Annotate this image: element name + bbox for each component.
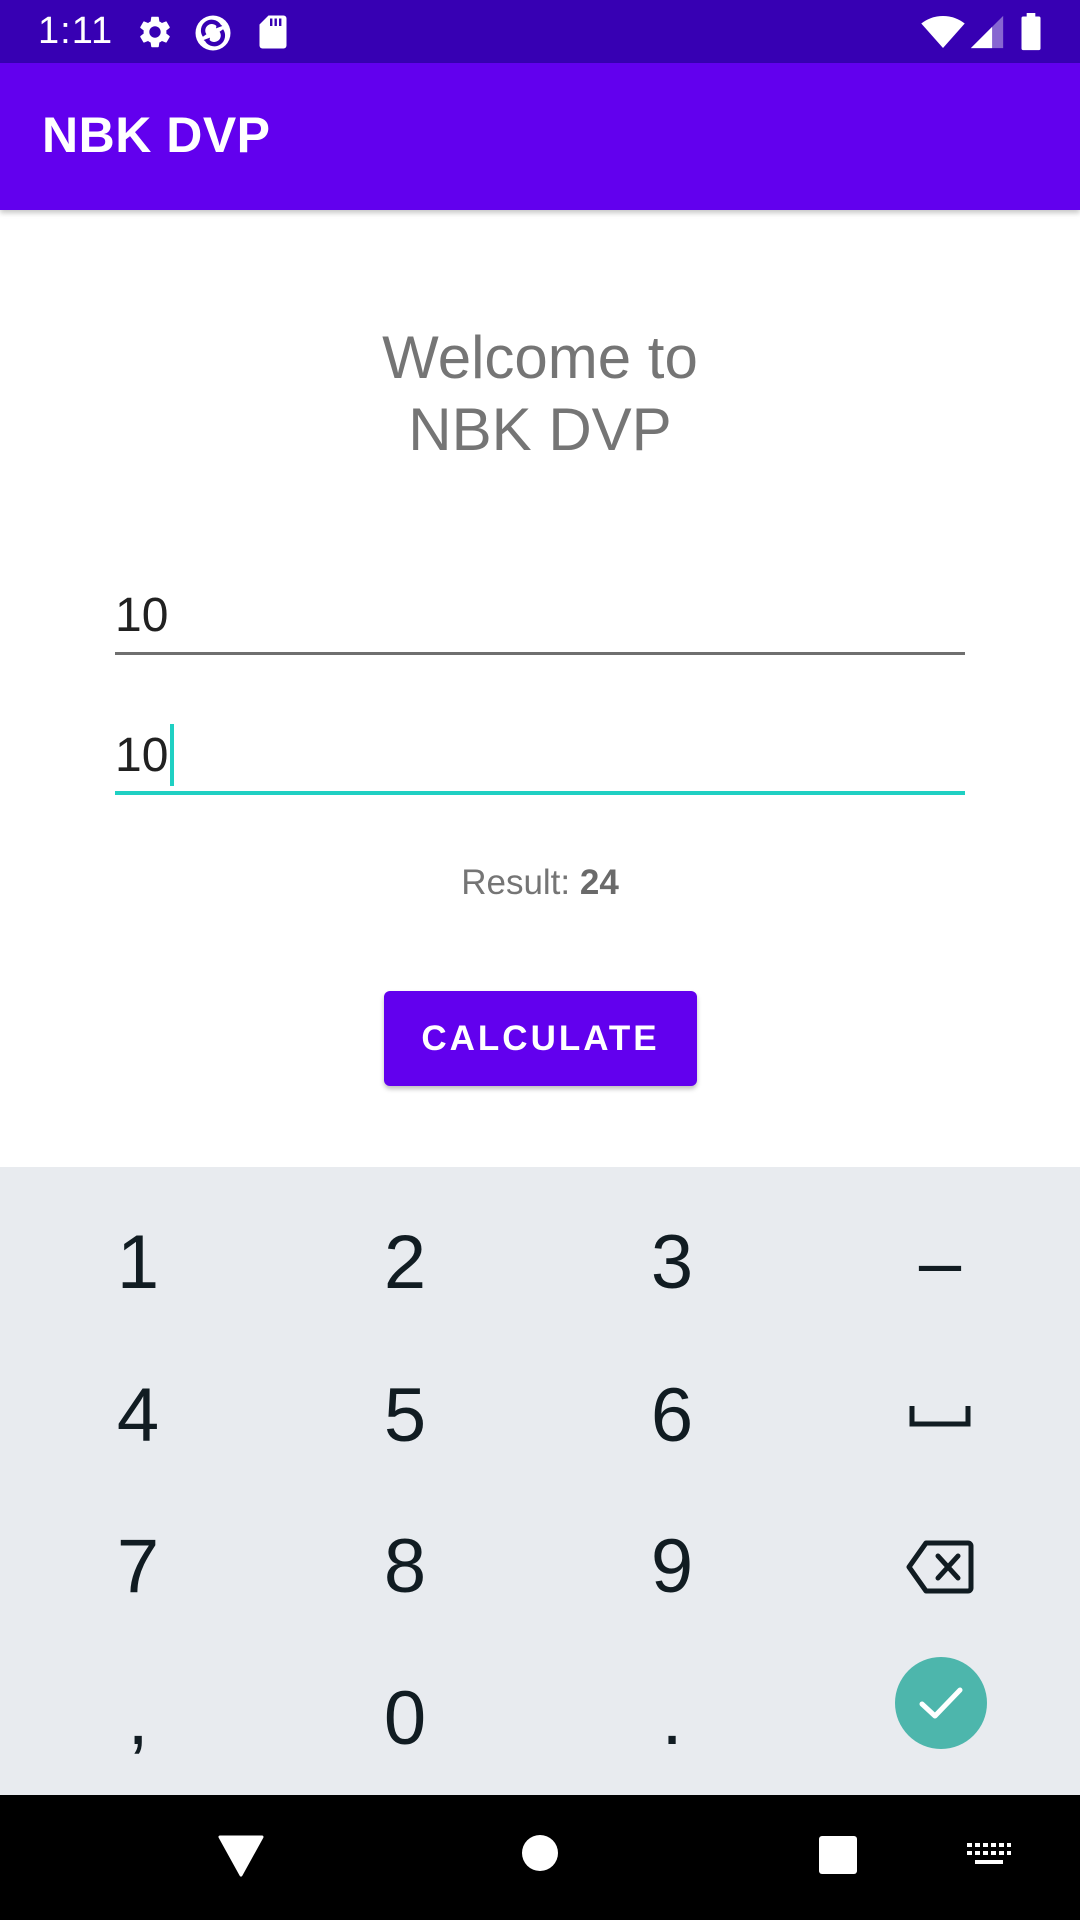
backspace-key[interactable] [806, 1491, 1074, 1643]
status-bar: 1:11 [0, 0, 1080, 63]
second-number-field[interactable]: 10 [115, 718, 965, 798]
home-icon[interactable] [520, 1833, 560, 1878]
battery-icon [1020, 13, 1042, 56]
key-2[interactable]: 2 [271, 1187, 539, 1339]
key-7[interactable]: 7 [4, 1491, 272, 1643]
backspace-icon [906, 1540, 974, 1594]
done-key[interactable] [895, 1657, 987, 1749]
second-number-underline [115, 791, 965, 795]
app-bar: NBK DVP [0, 63, 1080, 210]
welcome-line-2: NBK DVP [408, 396, 672, 463]
sd-card-icon [258, 13, 288, 56]
key-minus[interactable]: – [806, 1187, 1074, 1339]
key-1[interactable]: 1 [4, 1187, 272, 1339]
result-text: Result: 24 [0, 862, 1080, 904]
result-value: 24 [579, 863, 619, 902]
sync-icon [193, 13, 233, 58]
keyboard-switch-icon[interactable] [967, 1843, 1011, 1874]
wifi-icon [920, 15, 966, 54]
key-8[interactable]: 8 [271, 1491, 539, 1643]
key-comma[interactable]: , [4, 1643, 272, 1795]
first-number-value: 10 [115, 589, 169, 642]
key-0[interactable]: 0 [271, 1643, 539, 1795]
key-5[interactable]: 5 [271, 1340, 539, 1492]
calculate-button[interactable]: CALCULATE [384, 991, 697, 1086]
checkmark-icon [919, 1687, 963, 1719]
back-icon[interactable] [218, 1835, 264, 1882]
first-number-underline [115, 652, 965, 655]
status-time: 1:11 [38, 10, 114, 52]
app-title: NBK DVP [42, 107, 271, 163]
key-4[interactable]: 4 [4, 1340, 272, 1492]
key-6[interactable]: 6 [538, 1340, 806, 1492]
welcome-line-1: Welcome to [382, 324, 698, 391]
recents-icon[interactable] [818, 1835, 858, 1880]
first-number-field[interactable]: 10 [115, 580, 965, 656]
key-period[interactable]: . [538, 1643, 806, 1795]
gear-icon [136, 13, 174, 56]
navigation-bar [0, 1795, 1080, 1920]
cell-signal-icon [969, 15, 1005, 54]
result-label: Result: [461, 863, 580, 902]
text-cursor [170, 724, 175, 787]
key-9[interactable]: 9 [538, 1491, 806, 1643]
second-number-value: 10 [115, 729, 169, 782]
space-key[interactable] [806, 1340, 1074, 1492]
key-3[interactable]: 3 [538, 1187, 806, 1339]
second-number-value-wrapper: 10 [115, 724, 175, 787]
space-icon [909, 1406, 971, 1427]
welcome-heading: Welcome to NBK DVP [0, 322, 1080, 466]
